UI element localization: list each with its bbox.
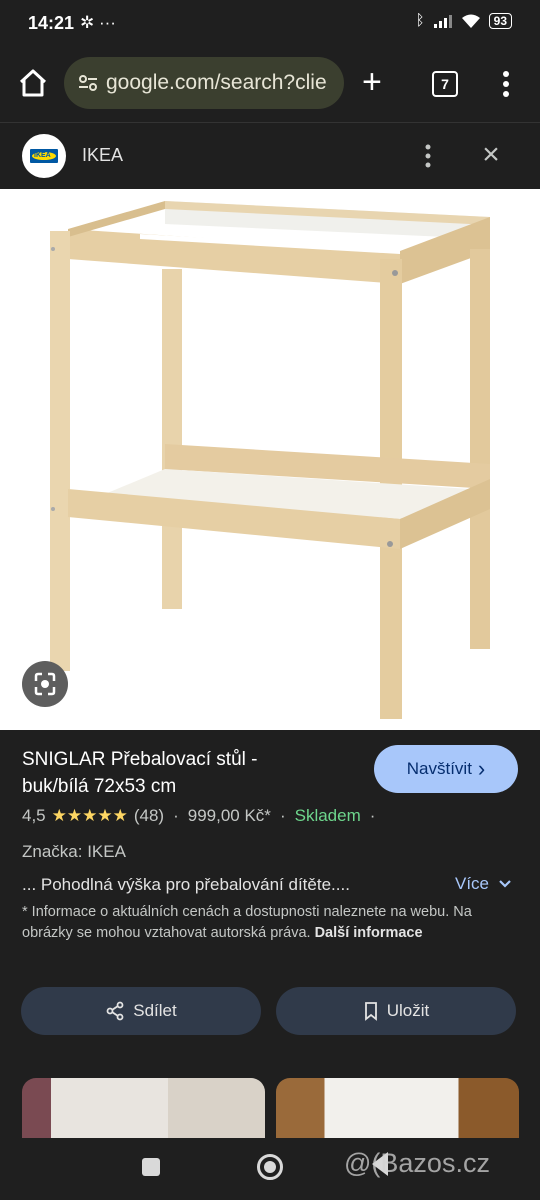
notification-icons: ✲ ··· [80, 13, 116, 32]
separator: · [279, 806, 286, 825]
visit-button[interactable]: Navštívit › [374, 745, 518, 793]
separator: · [369, 806, 376, 825]
more-label: Více [455, 874, 490, 893]
result-sheet-header: IKEA IKEA × [0, 122, 540, 189]
more-toggle[interactable]: Více [455, 874, 512, 894]
chevron-right-icon: › [477, 756, 486, 781]
site-settings-icon[interactable] [76, 71, 100, 95]
more-options-icon[interactable] [420, 143, 436, 169]
rating-price-row: 4,5 ★★★★★ (48) · 999,00 Kč* · Skladem · [22, 806, 384, 826]
share-label: Sdílet [133, 1001, 177, 1020]
related-image-thumbnail[interactable] [276, 1078, 519, 1140]
brand-line: Značka: IKEA [22, 842, 126, 861]
system-icons: ᛒ 93 [416, 12, 512, 29]
url-text[interactable]: google.com/search?clie [106, 71, 336, 95]
home-nav-icon[interactable] [257, 1154, 283, 1180]
save-button[interactable]: Uložit [276, 987, 516, 1035]
product-title[interactable]: SNIGLAR Přebalovací stůl - buk/bílá 72x5… [22, 746, 322, 800]
share-icon [106, 1001, 124, 1021]
status-bar: 14:21 ✲ ··· ᛒ 93 [0, 0, 540, 48]
separator: · [173, 806, 179, 825]
bluetooth-icon: ᛒ [415, 12, 425, 29]
product-description: ... Pohodlná výška pro přebalování dítět… [22, 875, 350, 894]
price: 999,00 Kč* [187, 806, 271, 825]
related-image-thumbnail[interactable] [22, 1078, 265, 1140]
browser-toolbar: google.com/search?clie + 7 [0, 52, 540, 118]
rating-value: 4,5 [22, 806, 46, 825]
changing-table-illustration [50, 201, 490, 719]
stock-status: Skladem [294, 806, 361, 825]
merchant-name: IKEA [82, 145, 124, 165]
home-icon[interactable] [16, 66, 50, 100]
clock: 14:21 [28, 13, 75, 33]
battery-level: 93 [488, 12, 512, 29]
address-bar[interactable]: google.com/search?clie [64, 57, 344, 109]
visit-label: Navštívit [406, 759, 472, 778]
review-count: (48) [133, 806, 165, 825]
watermark: @(Bazos.cz [344, 1148, 490, 1178]
more-info-link[interactable]: Další informace [315, 925, 423, 941]
product-info-panel: SNIGLAR Přebalovací stůl - buk/bílá 72x5… [0, 730, 540, 1060]
chevron-down-icon [498, 880, 511, 888]
recents-icon[interactable] [142, 1158, 160, 1176]
signal-icon [433, 14, 452, 28]
related-images [0, 1060, 540, 1140]
bookmark-icon [364, 1002, 377, 1021]
product-image[interactable] [0, 189, 540, 730]
browser-menu-icon[interactable] [502, 70, 510, 98]
new-tab-button[interactable]: + [362, 65, 382, 99]
close-icon[interactable]: × [478, 140, 504, 170]
share-button[interactable]: Sdílet [21, 987, 261, 1035]
tab-switcher-button[interactable]: 7 [432, 71, 458, 97]
disclaimer-text: * Informace o aktuálních cenách a dostup… [22, 904, 472, 941]
star-rating-icon: ★★★★★ [51, 806, 128, 825]
save-label: Uložit [386, 1001, 430, 1020]
lens-icon [34, 672, 56, 696]
ikea-logo: IKEA [22, 134, 66, 178]
google-lens-button[interactable] [22, 661, 68, 707]
wifi-icon [461, 14, 480, 28]
